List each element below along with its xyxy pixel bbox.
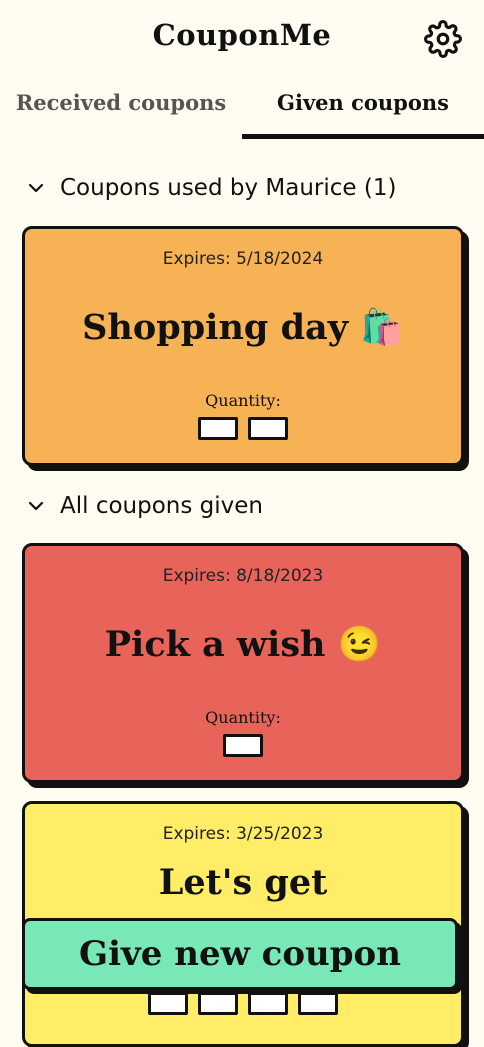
quantity-box	[198, 417, 238, 440]
active-tab-indicator	[242, 134, 484, 139]
chevron-down-icon	[28, 501, 44, 511]
coupon-quantity-indicator	[25, 734, 461, 757]
coupon-quantity-label: Quantity:	[205, 708, 281, 727]
coupon-quantity-indicator	[25, 992, 461, 1015]
quantity-box	[248, 992, 288, 1015]
app-title: CouponMe	[152, 18, 332, 52]
coupon-card[interactable]: Expires: 5/18/2024 Shopping day 🛍️ Quant…	[22, 226, 464, 466]
section-all-header[interactable]: All coupons given	[26, 493, 263, 519]
quantity-box	[198, 992, 238, 1015]
coupon-title: Pick a wish 😉	[104, 624, 382, 665]
quantity-box	[148, 992, 188, 1015]
tab-bar: Received coupons Given coupons	[0, 80, 484, 140]
coupon-quantity-indicator	[25, 417, 461, 440]
section-used-label: Coupons used by Maurice (1)	[60, 175, 397, 201]
quantity-box	[223, 734, 263, 757]
section-used-header[interactable]: Coupons used by Maurice (1)	[26, 175, 396, 201]
coupon-expires: Expires: 3/25/2023	[162, 824, 324, 844]
coupon-title: Let's get	[158, 862, 328, 903]
tab-received-coupons[interactable]: Received coupons	[0, 90, 242, 138]
app-header: CouponMe	[0, 0, 484, 80]
quantity-box	[298, 992, 338, 1015]
coupon-title: Shopping day 🛍️	[82, 307, 404, 348]
coupon-card[interactable]: Expires: 8/18/2023 Pick a wish 😉 Quantit…	[22, 543, 464, 783]
coupon-expires: Expires: 5/18/2024	[162, 249, 324, 269]
section-all-label: All coupons given	[60, 493, 263, 519]
chevron-down-icon	[28, 183, 44, 193]
coupon-expires: Expires: 8/18/2023	[162, 566, 324, 586]
gear-icon[interactable]	[424, 20, 462, 58]
give-new-coupon-button[interactable]: Give new coupon	[22, 918, 458, 990]
quantity-box	[248, 417, 288, 440]
tab-given-coupons[interactable]: Given coupons	[242, 90, 484, 138]
coupon-quantity-label: Quantity:	[205, 391, 281, 410]
